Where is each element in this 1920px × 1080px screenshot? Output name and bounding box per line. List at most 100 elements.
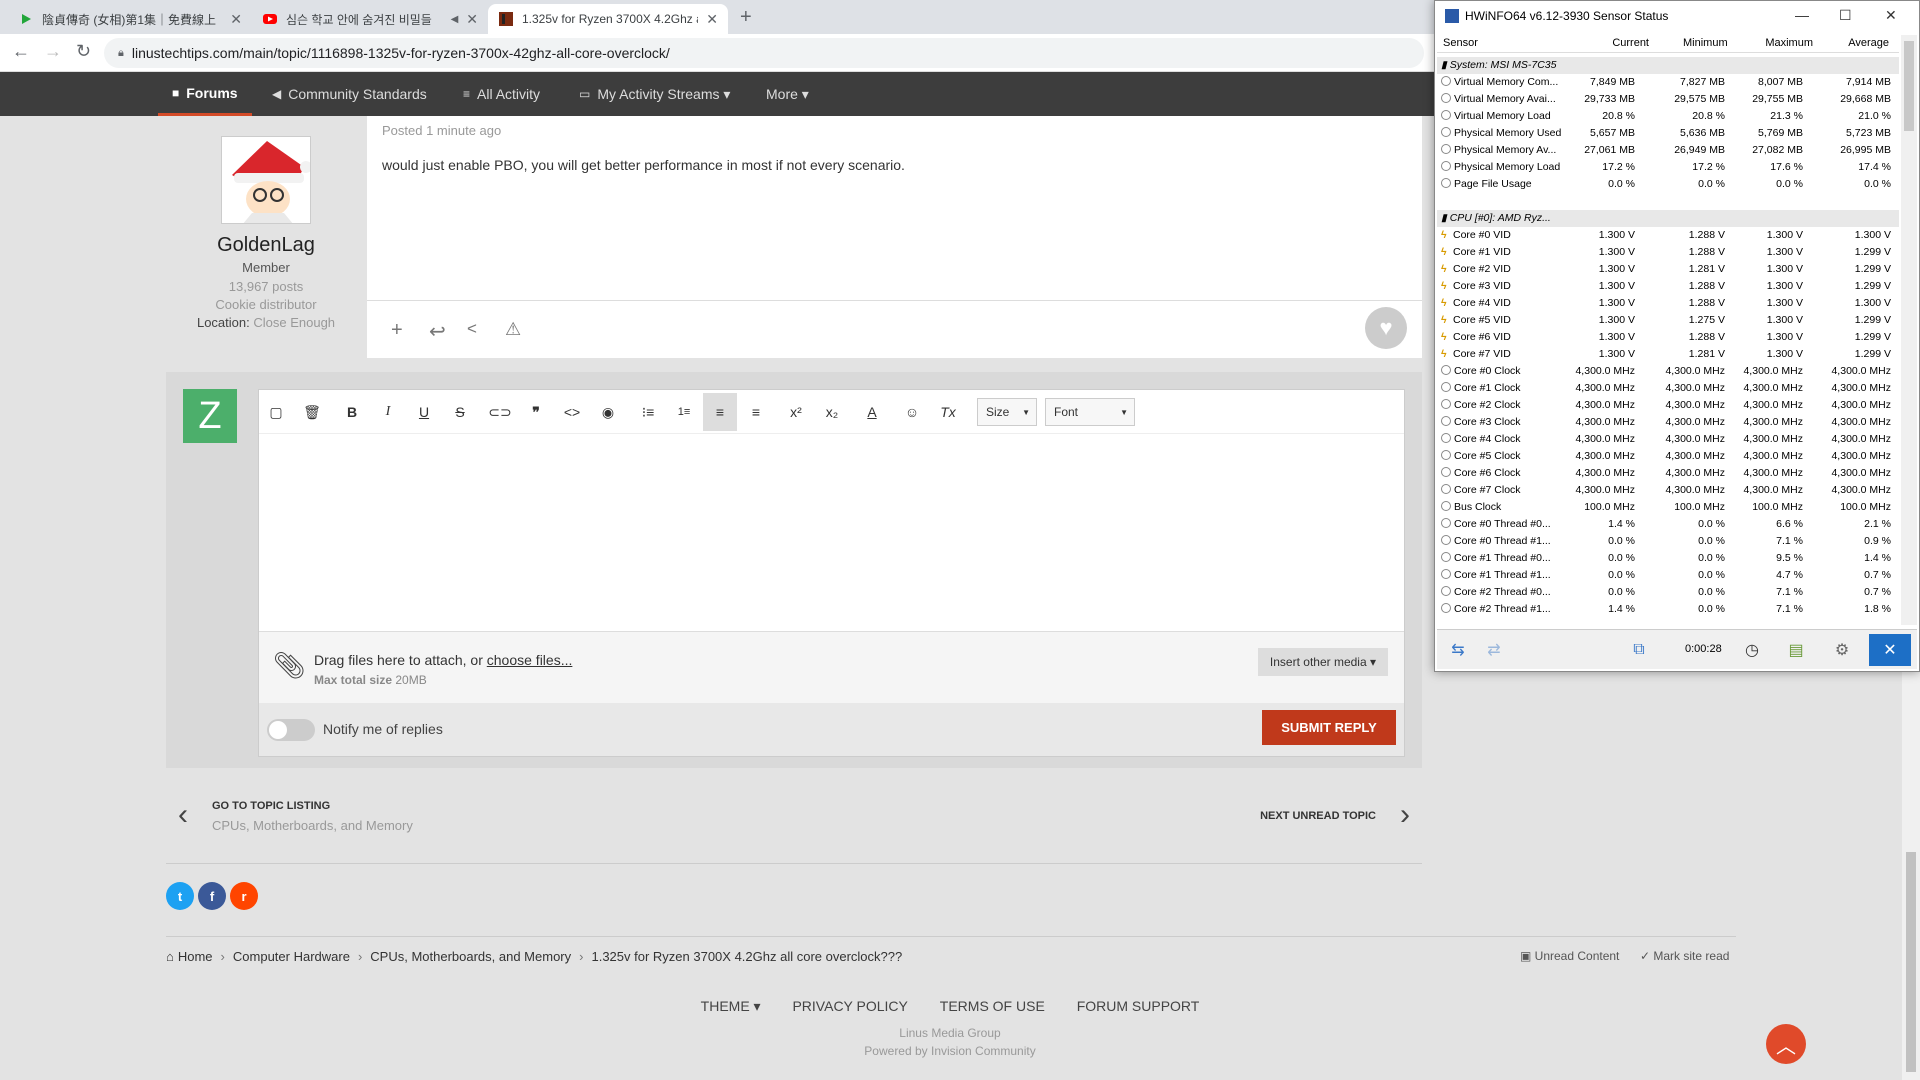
sensor-row[interactable]: Core #1 Thread #1... 0.0 % 0.0 % 4.7 % 0.7 % — [1437, 567, 1899, 584]
add-log-icon[interactable]: ▤ — [1777, 634, 1815, 666]
sensor-row[interactable]: ϟ Core #1 VID 1.300 V 1.288 V 1.300 V 1.299 V — [1437, 244, 1899, 261]
sensor-row[interactable]: Core #2 Thread #0... 0.0 % 0.0 % 7.1 % 0.7 % — [1437, 584, 1899, 601]
reddit-icon[interactable]: r — [230, 882, 258, 910]
scrollbar-thumb[interactable] — [1904, 41, 1914, 131]
back-to-top-button[interactable]: ︿ — [1766, 1024, 1806, 1064]
twitter-icon[interactable]: t — [166, 882, 194, 910]
insert-media-button[interactable]: Insert other media ▾ — [1257, 648, 1388, 676]
font-dropdown[interactable]: Font ▼ — [1045, 398, 1135, 426]
close-icon[interactable]: ✕ — [230, 11, 242, 28]
nav-community-standards[interactable]: ◀ Community Standards — [272, 72, 427, 116]
sensor-row[interactable]: Core #5 Clock 4,300.0 MHz 4,300.0 MHz 4,300… — [1437, 448, 1899, 465]
powered-by[interactable]: Powered by Invision Community — [0, 1042, 1900, 1060]
sensor-row[interactable]: ϟ Core #3 VID 1.300 V 1.288 V 1.300 V 1.299 V — [1437, 278, 1899, 295]
maximize-icon[interactable]: ☐ — [1839, 7, 1852, 24]
bold-icon[interactable]: B — [335, 398, 369, 426]
link-icon[interactable]: ⊂⊃ — [483, 398, 517, 426]
back-icon[interactable]: ← — [12, 41, 30, 62]
sensor-row[interactable]: Physical Memory Used 5,657 MB 5,636 MB 5,76… — [1437, 125, 1899, 142]
next-unread-topic[interactable]: NEXT UNREAD TOPIC — [1260, 810, 1376, 822]
sensor-row[interactable]: Virtual Memory Load 20.8 % 20.8 % 21.3 % 21.… — [1437, 108, 1899, 125]
quote-icon[interactable]: ❞ — [519, 398, 553, 426]
post-meta[interactable]: Posted 1 minute ago — [382, 123, 501, 138]
browser-tab-3[interactable]: 1.325v for Ryzen 3700X 4.2Ghz a ✕ — [488, 4, 728, 34]
sensor-row[interactable]: Core #1 Thread #0... 0.0 % 0.0 % 9.5 % 1.4 % — [1437, 550, 1899, 567]
col-minimum[interactable]: Minimum — [1683, 37, 1728, 49]
clear-format-icon[interactable]: Tx — [931, 398, 965, 426]
editor-text-area[interactable] — [259, 434, 1404, 630]
arrows-collapse-icon[interactable]: ⇄ — [1477, 634, 1511, 666]
close-icon[interactable]: ✕ — [1869, 634, 1911, 666]
facebook-icon[interactable]: f — [198, 882, 226, 910]
trash-icon[interactable]: 🗑︎ — [295, 398, 329, 426]
code-icon[interactable]: <> — [555, 398, 589, 426]
footer-theme[interactable]: THEME ▾ — [701, 998, 761, 1014]
avatar[interactable] — [221, 136, 311, 224]
close-icon[interactable]: ✕ — [466, 11, 478, 28]
sensor-row[interactable]: Virtual Memory Com... 7,849 MB 7,827 MB 8,0… — [1437, 74, 1899, 91]
sensor-row[interactable]: Bus Clock 100.0 MHz 100.0 MHz 100.0 MHz 100.… — [1437, 499, 1899, 516]
numbered-list-icon[interactable]: 1≡ — [667, 398, 701, 426]
plus-icon[interactable]: + — [391, 319, 403, 342]
go-to-topic-listing[interactable]: GO TO TOPIC LISTING — [212, 800, 330, 812]
footer-terms[interactable]: TERMS OF USE — [940, 998, 1045, 1014]
choose-files-link[interactable]: choose files... — [487, 652, 573, 668]
arrows-left-right-icon[interactable]: ⇆ — [1441, 634, 1475, 666]
browser-tab-2[interactable]: 심슨 학교 안에 숨겨진 비밀들 ◀ ✕ — [252, 4, 488, 34]
sensor-row[interactable]: Core #4 Clock 4,300.0 MHz 4,300.0 MHz 4,300… — [1437, 431, 1899, 448]
notify-toggle[interactable] — [267, 719, 315, 741]
avatar[interactable]: Z — [183, 389, 237, 443]
minimize-icon[interactable]: — — [1795, 7, 1809, 23]
forum-name-link[interactable]: CPUs, Motherboards, and Memory — [212, 818, 413, 833]
browser-tab-1[interactable]: 陰貞傳奇 (女相)第1集｜免費線上 ✕ — [8, 4, 252, 34]
underline-icon[interactable]: U — [407, 398, 441, 426]
bullet-list-icon[interactable]: ⁝≡ — [631, 398, 665, 426]
sensor-group-row[interactable]: ▮ System: MSI MS-7C35 — [1437, 57, 1899, 74]
breadcrumb-computer-hardware[interactable]: Computer Hardware — [233, 949, 350, 964]
superscript-icon[interactable]: x² — [779, 398, 813, 426]
attachment-area[interactable]: 📎︎ Drag files here to attach, or choose … — [259, 631, 1404, 703]
footer-privacy[interactable]: PRIVACY POLICY — [792, 998, 907, 1014]
report-icon[interactable]: ⚠ — [505, 319, 521, 340]
chevron-left-icon[interactable]: ‹ — [178, 798, 188, 832]
breadcrumb-home[interactable]: Home — [178, 949, 213, 964]
scrollbar-thumb[interactable] — [1906, 852, 1916, 1072]
size-dropdown[interactable]: Size ▼ — [977, 398, 1037, 426]
sensor-row[interactable]: Virtual Memory Avai... 29,733 MB 29,575 MB… — [1437, 91, 1899, 108]
italic-icon[interactable]: I — [371, 398, 405, 426]
sensor-row[interactable]: ϟ Core #2 VID 1.300 V 1.281 V 1.300 V 1.299 V — [1437, 261, 1899, 278]
reply-icon[interactable]: ↩ — [429, 319, 446, 344]
submit-reply-button[interactable]: SUBMIT REPLY — [1262, 710, 1396, 745]
col-average[interactable]: Average — [1837, 37, 1889, 49]
preview-icon[interactable]: ▢ — [259, 398, 293, 426]
close-icon[interactable]: ✕ — [706, 11, 718, 28]
sensor-row[interactable]: Core #3 Clock 4,300.0 MHz 4,300.0 MHz 4,300… — [1437, 414, 1899, 431]
sensor-row[interactable]: ϟ Core #4 VID 1.300 V 1.288 V 1.300 V 1.300 V — [1437, 295, 1899, 312]
col-sensor[interactable]: Sensor — [1443, 37, 1478, 49]
settings-icon[interactable]: ⚙ — [1823, 634, 1861, 666]
footer-support[interactable]: FORUM SUPPORT — [1077, 998, 1200, 1014]
sensor-row[interactable]: Core #0 Thread #1... 0.0 % 0.0 % 7.1 % 0.9 % — [1437, 533, 1899, 550]
forward-icon[interactable]: → — [44, 41, 62, 62]
align-left-icon[interactable]: ≡ — [703, 393, 737, 431]
strikethrough-icon[interactable]: S — [443, 398, 477, 426]
share-icon[interactable]: < — [467, 319, 477, 339]
sensor-row[interactable]: ϟ Core #6 VID 1.300 V 1.288 V 1.300 V 1.299 V — [1437, 329, 1899, 346]
hwinfo-titlebar[interactable]: HWiNFO64 v6.12-3930 Sensor Status — ☐ ✕ — [1435, 1, 1919, 31]
emoji-icon[interactable]: ☺ — [895, 398, 929, 426]
network-icon[interactable]: ⧉ — [1619, 634, 1659, 666]
unread-content-link[interactable]: ▣ Unread Content — [1520, 949, 1619, 963]
nav-more[interactable]: More ▾ — [766, 72, 809, 116]
heart-icon[interactable]: ♥ — [1365, 307, 1407, 349]
col-maximum[interactable]: Maximum — [1759, 37, 1813, 49]
nav-my-activity-streams[interactable]: ▭ My Activity Streams ▾ — [579, 72, 730, 116]
sensor-row[interactable]: Core #2 Thread #1... 1.4 % 0.0 % 7.1 % 1.8 % — [1437, 601, 1899, 618]
text-color-icon[interactable]: A — [855, 398, 889, 426]
sensor-row[interactable]: Page File Usage 0.0 % 0.0 % 0.0 % 0.0 % — [1437, 176, 1899, 193]
nav-forums[interactable]: ■ Forums — [158, 72, 252, 116]
spoiler-icon[interactable]: ◉ — [591, 398, 625, 426]
subscript-icon[interactable]: x₂ — [815, 398, 849, 426]
sensor-row[interactable]: Physical Memory Av... 27,061 MB 26,949 MB 2… — [1437, 142, 1899, 159]
sensor-row[interactable]: ϟ Core #0 VID 1.300 V 1.288 V 1.300 V 1.300 V — [1437, 227, 1899, 244]
sensor-row[interactable]: Core #0 Clock 4,300.0 MHz 4,300.0 MHz 4,300… — [1437, 363, 1899, 380]
